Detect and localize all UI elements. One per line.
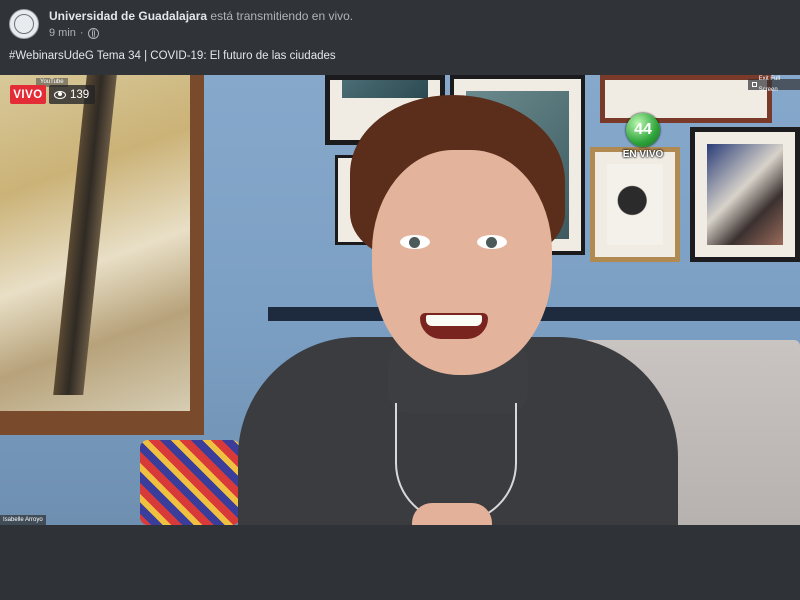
channel-logo-label: EN VIVO — [622, 149, 664, 160]
live-badge: VIVO — [10, 85, 46, 104]
scene-painting-left — [0, 75, 204, 435]
exit-fullscreen-button[interactable]: Exit Full Screen — [748, 76, 800, 93]
channel-logo: 44 EN VIVO — [616, 113, 670, 169]
expand-icon — [752, 82, 757, 87]
speaker-face — [372, 150, 552, 375]
page-avatar[interactable] — [9, 9, 39, 39]
post-meta: 9 min · — [49, 27, 99, 39]
post-action-text: está transmitiendo en vivo. — [207, 9, 354, 23]
participant-name-tag: Isabelle Arroyo — [0, 515, 46, 525]
live-video-player[interactable]: YouTube VIVO 139 Exit Full Screen 44 EN … — [0, 75, 800, 525]
post-title: #WebinarsUdeG Tema 34 | COVID-19: El fut… — [9, 50, 336, 62]
scene-frame — [690, 127, 800, 262]
channel-logo-badge: 44 — [626, 113, 660, 147]
viewer-count: 139 — [49, 85, 96, 104]
globe-icon[interactable] — [87, 27, 99, 39]
speaker-hand — [412, 503, 492, 525]
post-footer-area — [0, 525, 800, 600]
post-header-line: Universidad de Guadalajara está transmit… — [49, 9, 353, 23]
post-header: Universidad de Guadalajara está transmit… — [0, 0, 800, 75]
scene-pillow — [140, 440, 240, 525]
viewer-count-value: 139 — [70, 88, 90, 101]
exit-fullscreen-label: Exit Full Screen — [758, 75, 781, 93]
page-name-link[interactable]: Universidad de Guadalajara — [49, 9, 207, 23]
university-seal-icon — [14, 14, 34, 34]
post-timestamp[interactable]: 9 min — [49, 27, 76, 39]
meta-separator: · — [79, 27, 84, 39]
eye-icon — [54, 90, 66, 99]
